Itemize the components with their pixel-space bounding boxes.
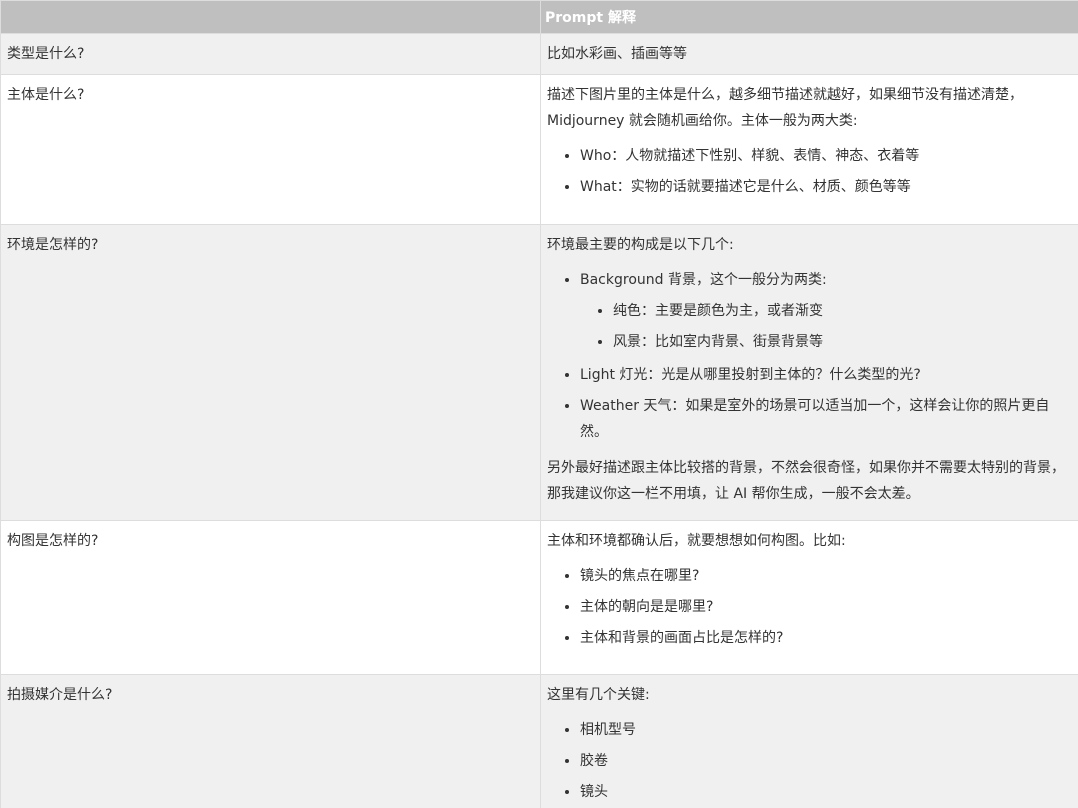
list-item-text: Background 背景，这个一般分为两类:: [580, 272, 827, 288]
answer-cell: 描述下图片里的主体是什么，越多细节描述就越好，如果细节没有描述清楚，Midjou…: [540, 74, 1078, 225]
answer-text: 描述下图片里的主体是什么，越多细节描述就越好，如果细节没有描述清楚，Midjou…: [547, 87, 1023, 129]
nested-list: 纯色：主要是颜色为主，或者渐变 风景：比如室内背景、街景背景等: [580, 295, 1072, 357]
answer-cell: 这里有几个关键: 相机型号 胶卷 镜头: [540, 674, 1078, 808]
answer-list: Background 背景，这个一般分为两类: 纯色：主要是颜色为主，或者渐变 …: [547, 264, 1072, 447]
answer-list: 相机型号 胶卷 镜头: [547, 714, 1072, 807]
question-cell: 类型是什么?: [0, 33, 541, 75]
list-item: Weather 天气：如果是室外的场景可以适当加一个，这样会让你的照片更自然。: [580, 390, 1072, 447]
nested-list-item: 风景：比如室内背景、街景背景等: [613, 326, 1072, 357]
answer-text: 环境最主要的构成是以下几个:: [547, 237, 734, 253]
header-cell-prompt-explanation: Prompt 解释: [540, 0, 1078, 34]
answer-text: 主体和环境都确认后，就要想想如何构图。比如:: [547, 533, 846, 549]
table-row-composition: 构图是怎样的? 主体和环境都确认后，就要想想如何构图。比如: 镜头的焦点在哪里?…: [0, 520, 1078, 675]
list-item: Background 背景，这个一般分为两类: 纯色：主要是颜色为主，或者渐变 …: [580, 264, 1072, 359]
answer-cell: 比如水彩画、插画等等: [540, 33, 1078, 75]
list-item: Who：人物就描述下性别、样貌、表情、神态、衣着等: [580, 140, 1072, 171]
answer-cell: 主体和环境都确认后，就要想想如何构图。比如: 镜头的焦点在哪里? 主体的朝向是是…: [540, 520, 1078, 675]
answer-list: Who：人物就描述下性别、样貌、表情、神态、衣着等 What：实物的话就要描述它…: [547, 140, 1072, 202]
list-item: 镜头: [580, 776, 1072, 807]
header-cell-question: [0, 0, 541, 34]
question-cell: 环境是怎样的?: [0, 224, 541, 521]
answer-text: 比如水彩画、插画等等: [547, 46, 687, 62]
question-cell: 主体是什么?: [0, 74, 541, 225]
list-item: 主体和背景的画面占比是怎样的?: [580, 622, 1072, 653]
answer-note: 另外最好描述跟主体比较搭的背景，不然会很奇怪，如果你并不需要太特别的背景，那我建…: [547, 460, 1065, 502]
table-header-row: Prompt 解释: [0, 0, 1078, 34]
prompt-table: Prompt 解释 类型是什么? 比如水彩画、插画等等 主体是什么? 描述下图片…: [0, 0, 1078, 808]
list-item: 胶卷: [580, 745, 1072, 776]
list-item: 镜头的焦点在哪里?: [580, 560, 1072, 591]
answer-text: 这里有几个关键:: [547, 687, 650, 703]
list-item: What：实物的话就要描述它是什么、材质、颜色等等: [580, 171, 1072, 202]
answer-cell: 环境最主要的构成是以下几个: Background 背景，这个一般分为两类: 纯…: [540, 224, 1078, 521]
answer-list: 镜头的焦点在哪里? 主体的朝向是是哪里? 主体和背景的画面占比是怎样的?: [547, 560, 1072, 653]
question-cell: 拍摄媒介是什么?: [0, 674, 541, 808]
table-row-medium: 拍摄媒介是什么? 这里有几个关键: 相机型号 胶卷 镜头: [0, 674, 1078, 808]
nested-list-item: 纯色：主要是颜色为主，或者渐变: [613, 295, 1072, 326]
list-item: 相机型号: [580, 714, 1072, 745]
table-row-environment: 环境是怎样的? 环境最主要的构成是以下几个: Background 背景，这个一…: [0, 224, 1078, 521]
table-row-subject: 主体是什么? 描述下图片里的主体是什么，越多细节描述就越好，如果细节没有描述清楚…: [0, 74, 1078, 225]
list-item: 主体的朝向是是哪里?: [580, 591, 1072, 622]
list-item: Light 灯光：光是从哪里投射到主体的？什么类型的光?: [580, 359, 1072, 390]
table-row-type: 类型是什么? 比如水彩画、插画等等: [0, 33, 1078, 75]
question-cell: 构图是怎样的?: [0, 520, 541, 675]
